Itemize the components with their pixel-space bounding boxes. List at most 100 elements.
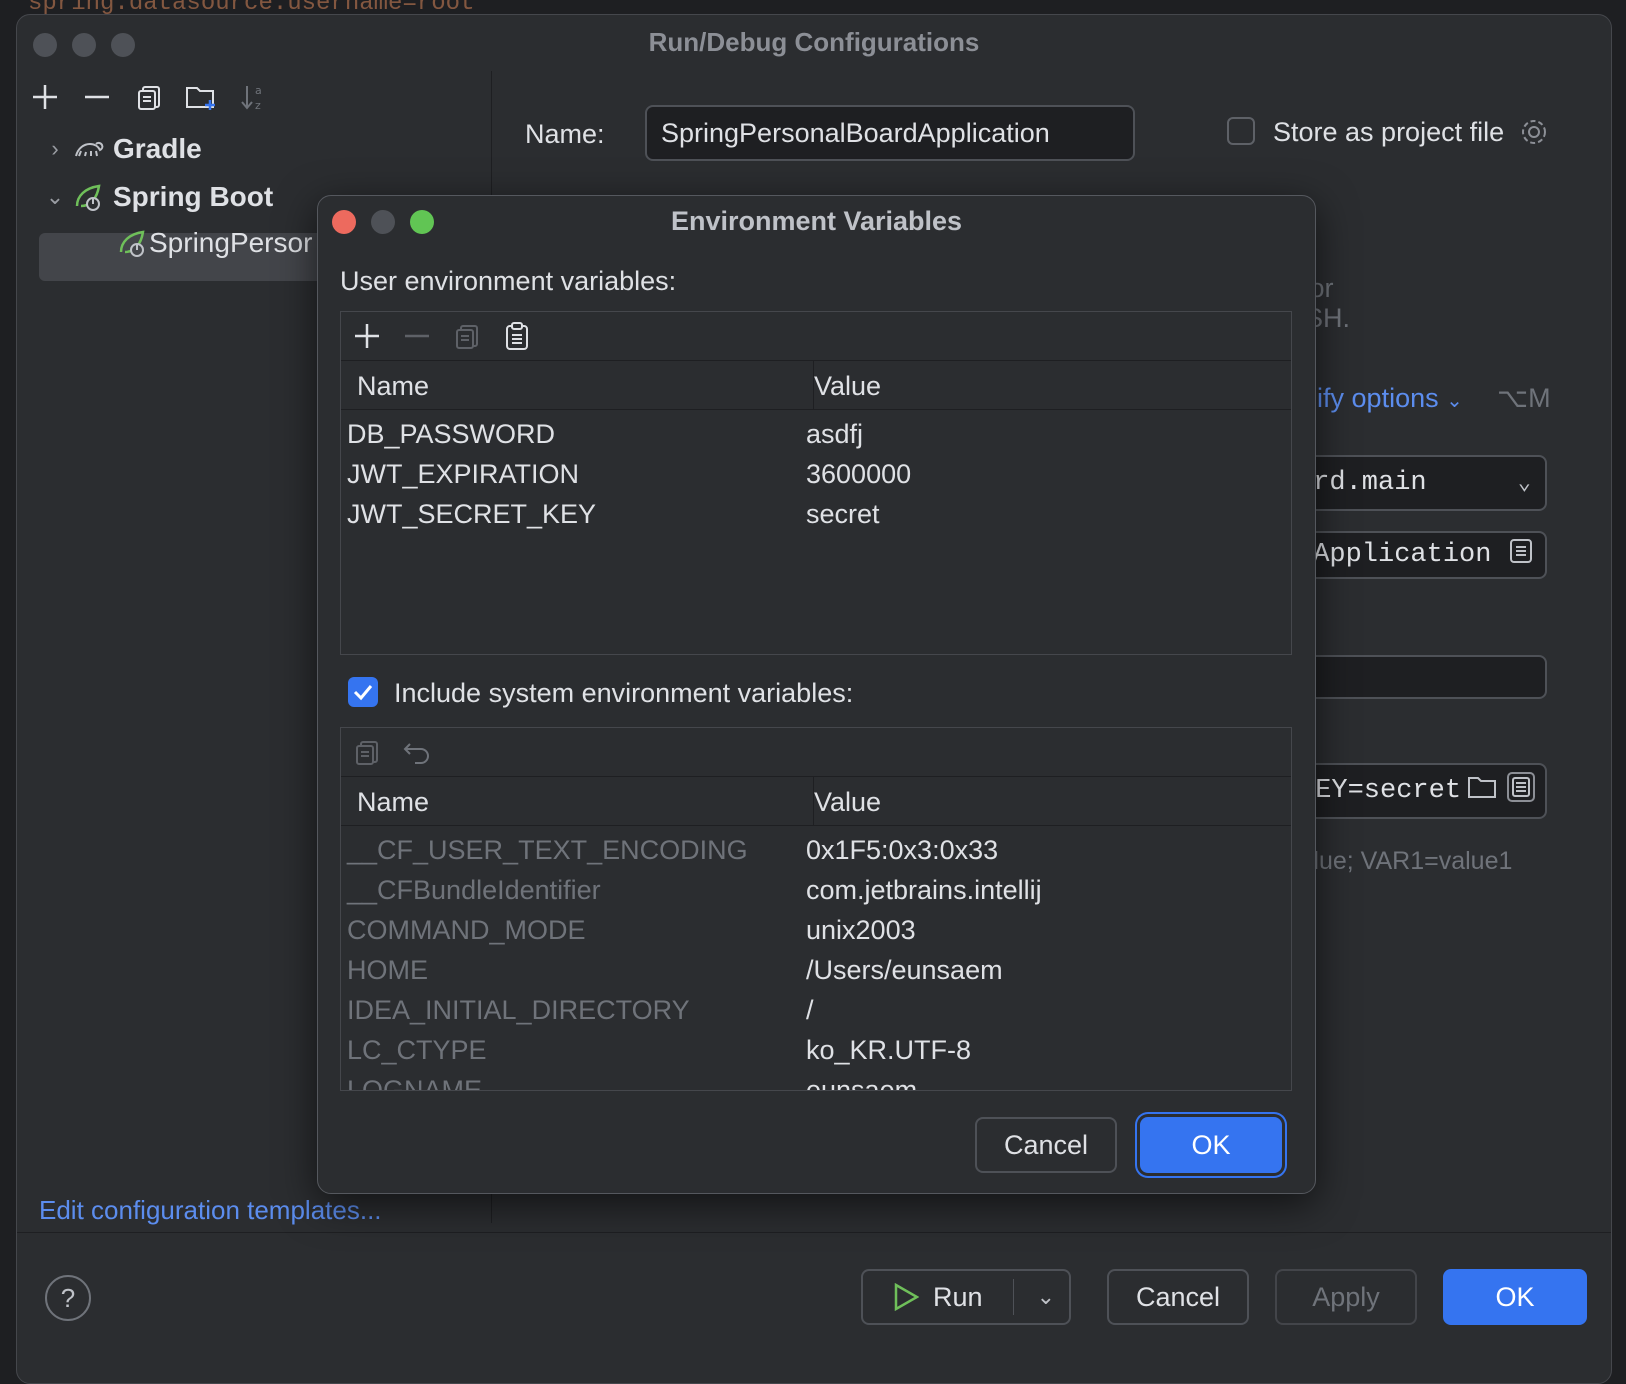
variable-name: JWT_SECRET_KEY [347,499,597,529]
tree-item-gradle[interactable]: › Gradle [37,133,202,165]
checkmark-icon [353,685,373,701]
copy-icon [351,736,383,768]
user-variables-table: Name Value DB_PASSWORD asdfj JWT_EXPIRAT… [340,311,1292,655]
variable-value: asdfj [806,419,864,449]
column-header-value[interactable]: Value [814,787,881,818]
environment-variables-value: KEY=secret [1299,776,1462,806]
cancel-button[interactable]: Cancel [1107,1269,1249,1325]
variable-value: secret [806,499,880,529]
copy-icon[interactable] [133,81,165,113]
remove-icon[interactable] [81,81,113,113]
table-header: Name Value [341,361,1291,410]
column-header-name[interactable]: Name [357,787,429,818]
run-button-group[interactable]: Run ⌄ [861,1269,1071,1325]
table-row[interactable]: LC_CTYPE ko_KR.UTF-8 [341,1030,1291,1070]
chevron-down-icon: ⌄ [1517,471,1531,496]
dialog-cancel-button[interactable]: Cancel [975,1117,1117,1173]
new-folder-icon[interactable] [185,81,217,113]
edit-configuration-templates-link[interactable]: Edit configuration templates... [39,1195,382,1226]
spring-boot-icon [117,228,149,258]
variable-value: unix2003 [806,915,916,945]
edit-env-icon[interactable] [1507,771,1535,811]
gear-icon[interactable] [1519,117,1549,152]
folder-icon[interactable] [1467,774,1497,809]
column-header-name[interactable]: Name [357,371,429,402]
table-row[interactable]: LOGNAME eunsaem [341,1070,1291,1091]
paste-icon[interactable] [501,320,533,352]
name-input-value: SpringPersonalBoardApplication [661,117,1050,148]
run-button[interactable]: Run [893,1282,983,1313]
tree-item-label: Spring Boot [113,181,274,212]
button-divider [1013,1279,1014,1315]
variable-value: 3600000 [806,459,912,489]
table-row[interactable]: COMMAND_MODE unix2003 [341,910,1291,950]
svg-text:z: z [255,99,261,112]
variable-value: eunsaem [806,1075,918,1091]
environment-variables-dialog: Environment Variables User environment v… [317,195,1316,1194]
system-variables-toolbar [341,728,1291,777]
window-title: Run/Debug Configurations [648,27,980,57]
variable-name: JWT_EXPIRATION [347,459,580,489]
dialog-ok-button[interactable]: OK [1140,1117,1282,1173]
undo-icon [401,736,433,768]
variable-name: LOGNAME [347,1075,483,1091]
chevron-down-icon: ⌄ [1446,390,1463,412]
add-icon[interactable] [29,81,61,113]
dialog-title: Environment Variables [670,206,963,236]
table-row[interactable]: DB_PASSWORD asdfj [341,414,1291,454]
variable-name: IDEA_INITIAL_DIRECTORY [347,995,690,1025]
help-button[interactable]: ? [45,1275,91,1321]
chevron-down-icon[interactable]: ⌄ [1037,1284,1055,1310]
table-row[interactable]: __CFBundleIdentifier com.jetbrains.intel… [341,870,1291,910]
svg-text:a: a [255,84,262,97]
ok-button[interactable]: OK [1443,1269,1587,1325]
variable-name: DB_PASSWORD [347,419,556,449]
include-system-variables-label: Include system environment variables: [394,678,854,708]
user-variables-toolbar [341,312,1291,361]
variable-name: __CFBundleIdentifier [347,875,601,905]
table-row[interactable]: JWT_SECRET_KEY secret [341,494,1291,534]
tree-item-spring-personal-board[interactable]: SpringPersor [117,227,312,259]
include-system-variables-checkbox[interactable] [348,677,378,707]
variable-value: 0x1F5:0x3:0x33 [806,835,999,865]
sort-icon: az [237,81,269,113]
variable-name: COMMAND_MODE [347,915,586,945]
table-row[interactable]: IDEA_INITIAL_DIRECTORY / [341,990,1291,1030]
system-variables-table: Name Value __CF_USER_TEXT_ENCODING 0x1F5… [340,727,1292,1091]
apply-button[interactable]: Apply [1275,1269,1417,1325]
window-titlebar: Run/Debug Configurations [17,15,1611,71]
spring-boot-icon [73,182,113,212]
modify-options-shortcut: ⌥M [1497,383,1551,413]
variable-value: / [806,995,814,1025]
variable-value: ko_KR.UTF-8 [806,1035,972,1065]
variable-value: /Users/eunsaem [806,955,1003,985]
add-icon[interactable] [351,320,383,352]
table-row[interactable]: __CF_USER_TEXT_ENCODING 0x1F5:0x3:0x33 [341,830,1291,870]
gradle-icon [73,136,113,162]
tree-item-label: SpringPersor [149,227,313,258]
chevron-right-icon[interactable]: › [37,136,73,162]
copy-icon [451,320,483,352]
environment-variables-hint: value; VAR1=value1 [1287,847,1513,875]
variable-name: LC_CTYPE [347,1035,487,1065]
module-select-value: ard.main [1297,468,1427,498]
column-header-value[interactable]: Value [814,371,881,402]
store-as-project-file-checkbox[interactable] [1227,117,1255,145]
remove-icon [401,320,433,352]
browse-icon[interactable] [1509,538,1533,573]
tree-toolbar: az [17,71,491,123]
chevron-down-icon[interactable]: ⌄ [37,184,73,210]
table-row[interactable]: HOME /Users/eunsaem [341,950,1291,990]
name-input[interactable]: SpringPersonalBoardApplication [645,105,1135,161]
variable-name: HOME [347,955,428,985]
table-header: Name Value [341,777,1291,826]
variable-value: com.jetbrains.intellij [806,875,1042,905]
bottom-button-bar: ? Run ⌄ Cancel Apply OK [17,1232,1611,1383]
tree-item-label: Gradle [113,133,202,164]
tree-item-spring-boot[interactable]: ⌄ Spring Boot [37,181,273,213]
variable-name: __CF_USER_TEXT_ENCODING [347,835,748,865]
run-button-label: Run [933,1281,983,1312]
table-row[interactable]: JWT_EXPIRATION 3600000 [341,454,1291,494]
store-as-project-file-label: Store as project file [1273,117,1505,147]
user-variables-label: User environment variables: [340,266,677,296]
